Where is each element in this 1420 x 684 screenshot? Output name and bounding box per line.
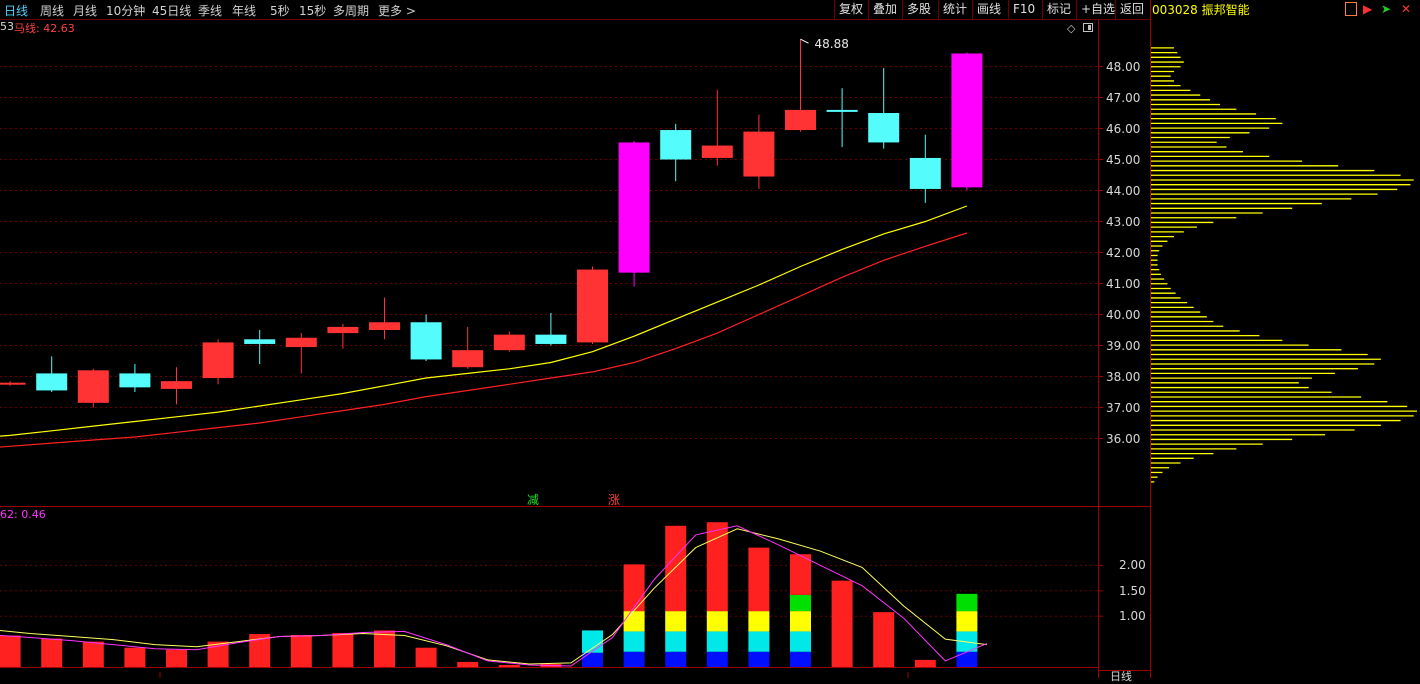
candle-body xyxy=(951,53,983,188)
indicator-bar xyxy=(914,659,936,667)
candle-body xyxy=(535,334,567,344)
high-marker-pointer xyxy=(800,38,809,44)
indicator-bar-segment xyxy=(790,594,811,612)
candle-body xyxy=(493,334,525,351)
indicator-bar-segment xyxy=(748,547,770,612)
kline-chart[interactable]: 48.88 减 涨 xyxy=(0,0,1420,678)
indicator-bar xyxy=(332,632,354,667)
indicator-bar-segment xyxy=(623,631,645,652)
indicator-bar xyxy=(374,630,395,667)
candle-body xyxy=(77,370,109,403)
candle-body xyxy=(660,130,692,160)
candle-body xyxy=(369,322,400,330)
candle-body xyxy=(161,381,192,389)
indicator-bar-segment xyxy=(665,525,687,612)
indicator-bar xyxy=(457,661,479,667)
indicator-bar xyxy=(0,635,21,667)
indicator-bar-segment xyxy=(706,611,728,632)
indicator-bar-segment xyxy=(665,631,687,652)
candle-body xyxy=(244,339,276,344)
indicator-bar-segment xyxy=(790,554,811,595)
candle-body xyxy=(285,337,317,348)
candle-body xyxy=(410,322,442,360)
indicator-bar-segment xyxy=(706,651,728,667)
indicator-bar-segment xyxy=(706,631,728,652)
indicator-bar-segment xyxy=(582,652,603,667)
indicator-bar-segment xyxy=(956,611,978,632)
indicator-bar xyxy=(290,634,312,667)
ma-short-line xyxy=(0,205,968,437)
candle-body xyxy=(119,373,151,388)
indicator-bar-segment xyxy=(665,651,687,667)
indicator-bar-segment xyxy=(582,630,603,653)
candle-body xyxy=(0,382,26,385)
indicator-bar xyxy=(166,649,187,667)
indicator-bar-segment xyxy=(790,651,811,667)
indicator-bar xyxy=(873,612,895,667)
candle-body xyxy=(618,142,650,273)
indicator-bar-segment xyxy=(623,564,645,612)
candle-body xyxy=(826,109,858,112)
indicator-bar-segment xyxy=(665,611,687,632)
indicator-bar xyxy=(41,638,63,667)
candle-body xyxy=(785,109,816,131)
signal-up: 涨 xyxy=(608,492,620,507)
signal-down: 减 xyxy=(527,493,539,507)
candle-body xyxy=(202,342,234,379)
indicator-bar xyxy=(124,647,146,667)
indicator-bar-segment xyxy=(623,651,645,667)
indicator-bar-segment xyxy=(790,631,811,652)
candle-body xyxy=(577,269,608,343)
indicator-bar xyxy=(82,641,104,667)
candle-body xyxy=(327,326,359,334)
high-marker-label: 48.88 xyxy=(815,37,849,51)
indicator-bar-segment xyxy=(790,611,811,632)
indicator-bar-segment xyxy=(956,593,978,612)
indicator-bar-segment xyxy=(706,522,728,612)
indicator-bar xyxy=(498,664,520,667)
indicator-bar xyxy=(831,580,853,667)
candle-body xyxy=(909,157,941,189)
indicator-bar-segment xyxy=(748,611,770,632)
indicator-bar-segment xyxy=(623,611,645,632)
candle-body xyxy=(701,145,733,158)
indicator-bar xyxy=(415,647,437,667)
candle-body xyxy=(868,113,900,143)
candle-body xyxy=(36,373,68,391)
indicator-bar-segment xyxy=(748,631,770,652)
indicator-bar-segment xyxy=(748,651,770,667)
ma-long-line xyxy=(0,232,968,448)
candle-body xyxy=(452,350,484,368)
candle-body xyxy=(743,131,775,177)
indicator-bar-segment xyxy=(956,651,978,667)
